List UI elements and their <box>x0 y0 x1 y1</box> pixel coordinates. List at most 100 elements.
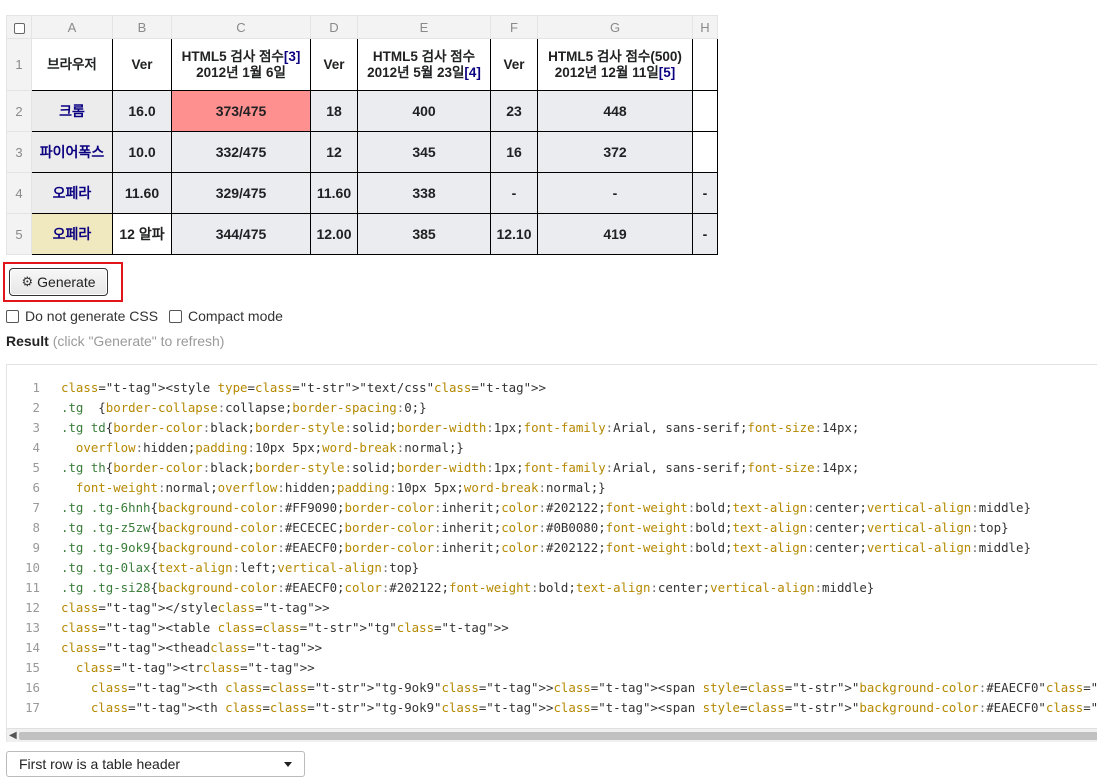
code-text: .tg th{border-color:black;border-style:s… <box>61 460 860 475</box>
cell-a1[interactable]: 브라우저 <box>31 38 113 91</box>
row-header-5[interactable]: 5 <box>6 213 32 255</box>
cell-f5[interactable]: 12.10 <box>490 213 538 255</box>
cell-c1-ref: [3] <box>283 48 301 64</box>
cell-b4[interactable]: 11.60 <box>112 172 172 214</box>
cell-d2[interactable]: 18 <box>310 90 358 132</box>
line-number: 2 <box>32 400 40 415</box>
result-heading: Result (click "Generate" to refresh) <box>6 333 224 349</box>
row-header-4[interactable]: 4 <box>6 172 32 214</box>
cell-h4[interactable]: - <box>692 172 718 214</box>
cell-e5[interactable]: 385 <box>357 213 491 255</box>
code-line: 4 overflow:hidden;padding:10px 5px;word-… <box>7 438 1097 458</box>
cell-d3[interactable]: 12 <box>310 131 358 173</box>
code-text: class="t-tag"><th class=class="t-str">"t… <box>90 680 1097 695</box>
cell-d1[interactable]: Ver <box>310 38 358 91</box>
cell-c5[interactable]: 344/475 <box>171 213 311 255</box>
cell-b5[interactable]: 12 알파 <box>112 213 172 255</box>
scroll-left-icon[interactable]: ◀ <box>9 729 17 742</box>
column-header-g[interactable]: G <box>537 15 693 39</box>
code-text: .tg .tg-0lax{text-align:left;vertical-al… <box>61 560 420 575</box>
column-header-c[interactable]: C <box>171 15 311 39</box>
cell-c2[interactable]: 373/475 <box>171 90 311 132</box>
code-text: class="t-tag"><trclass="t-tag">> <box>75 660 315 675</box>
code-output-panel[interactable]: 1 class="t-tag"><style type=class="t-str"… <box>6 364 1097 742</box>
cell-f1[interactable]: Ver <box>490 38 538 91</box>
row-header-2[interactable]: 2 <box>6 90 32 132</box>
code-line: 10 .tg .tg-0lax{text-align:left;vertical-… <box>7 558 1097 578</box>
cell-e1-line1: HTML5 검사 점수 <box>372 48 476 64</box>
select-all-checkbox[interactable] <box>13 22 25 34</box>
line-number: 4 <box>32 440 40 455</box>
compact-mode-checkbox[interactable] <box>169 309 182 323</box>
no-css-option[interactable]: Do not generate CSS <box>6 308 158 324</box>
cell-a5[interactable]: 오페라 <box>31 213 113 255</box>
line-number: 15 <box>25 660 40 675</box>
cell-g4[interactable]: - <box>537 172 693 214</box>
cell-h5[interactable]: - <box>692 213 718 255</box>
cell-b2[interactable]: 16.0 <box>112 90 172 132</box>
code-text: font-weight:normal;overflow:hidden;paddi… <box>75 480 606 495</box>
cell-c4[interactable]: 329/475 <box>171 172 311 214</box>
cell-g1-ref: [5] <box>658 64 676 80</box>
result-title: Result <box>6 333 49 349</box>
cell-h2[interactable] <box>692 90 718 132</box>
code-line: 3 .tg td{border-color:black;border-style:… <box>7 418 1097 438</box>
column-header-d[interactable]: D <box>310 15 358 39</box>
line-number: 3 <box>32 420 40 435</box>
code-line: 17 class="t-tag"><th class=class="t-str"… <box>7 698 1097 718</box>
scrollbar-thumb[interactable] <box>19 732 1097 740</box>
cell-a4[interactable]: 오페라 <box>31 172 113 214</box>
cell-d5[interactable]: 12.00 <box>310 213 358 255</box>
code-line: 12 class="t-tag"></styleclass="t-tag">> <box>7 598 1097 618</box>
cell-h1[interactable] <box>692 38 718 91</box>
code-line: 14 class="t-tag"><theadclass="t-tag">> <box>7 638 1097 658</box>
line-number: 16 <box>25 680 40 695</box>
cell-a3[interactable]: 파이어폭스 <box>31 131 113 173</box>
generate-highlight-frame: ⚙ Generate <box>3 262 123 302</box>
select-all-corner[interactable] <box>6 15 32 39</box>
chevron-down-icon <box>284 761 292 767</box>
column-header-f[interactable]: F <box>490 15 538 39</box>
cell-e4[interactable]: 338 <box>357 172 491 214</box>
cell-f3[interactable]: 16 <box>490 131 538 173</box>
column-header-b[interactable]: B <box>112 15 172 39</box>
row-header-1[interactable]: 1 <box>6 38 32 91</box>
header-row-select[interactable]: First row is a table header <box>6 751 305 777</box>
code-text: class="t-tag"></styleclass="t-tag">> <box>61 600 330 615</box>
code-text: .tg {border-collapse:collapse;border-spa… <box>61 400 427 415</box>
cell-e3[interactable]: 345 <box>357 131 491 173</box>
generate-label: Generate <box>37 274 96 290</box>
cell-h3[interactable] <box>692 131 718 173</box>
generate-button[interactable]: ⚙ Generate <box>9 268 108 296</box>
cell-d4[interactable]: 11.60 <box>310 172 358 214</box>
code-text: .tg .tg-si28{background-color:#EAECF0;co… <box>61 580 875 595</box>
column-header-h[interactable]: H <box>692 15 718 39</box>
line-number: 13 <box>25 620 40 635</box>
compact-mode-option[interactable]: Compact mode <box>169 308 283 324</box>
cell-b1[interactable]: Ver <box>112 38 172 91</box>
code-text: class="t-tag"><style type=class="t-str">… <box>61 380 546 395</box>
code-line: 16 class="t-tag"><th class=class="t-str"… <box>7 678 1097 698</box>
cell-g1[interactable]: HTML5 검사 점수(500) 2012년 12월 11일[5] <box>537 38 693 91</box>
horizontal-scrollbar[interactable]: ◀ <box>7 728 1097 742</box>
line-number: 14 <box>25 640 40 655</box>
cell-f4[interactable]: - <box>490 172 538 214</box>
cell-e1[interactable]: HTML5 검사 점수 2012년 5월 23일[4] <box>357 38 491 91</box>
code-line: 1 class="t-tag"><style type=class="t-str"… <box>7 378 1097 398</box>
cell-c1[interactable]: HTML5 검사 점수[3] 2012년 1월 6일 <box>171 38 311 91</box>
row-header-3[interactable]: 3 <box>6 131 32 173</box>
cell-f2[interactable]: 23 <box>490 90 538 132</box>
column-header-a[interactable]: A <box>31 15 113 39</box>
cell-g5[interactable]: 419 <box>537 213 693 255</box>
code-text: class="t-tag"><theadclass="t-tag">> <box>61 640 323 655</box>
cell-g3[interactable]: 372 <box>537 131 693 173</box>
column-header-e[interactable]: E <box>357 15 491 39</box>
cell-g1-line1: HTML5 검사 점수(500) <box>548 48 682 64</box>
cell-g2[interactable]: 448 <box>537 90 693 132</box>
cell-b3[interactable]: 10.0 <box>112 131 172 173</box>
no-css-checkbox[interactable] <box>6 309 19 323</box>
cell-c3[interactable]: 332/475 <box>171 131 311 173</box>
cell-a2[interactable]: 크롬 <box>31 90 113 132</box>
code-text: .tg .tg-6hnh{background-color:#FF9090;bo… <box>61 500 1031 515</box>
cell-e2[interactable]: 400 <box>357 90 491 132</box>
